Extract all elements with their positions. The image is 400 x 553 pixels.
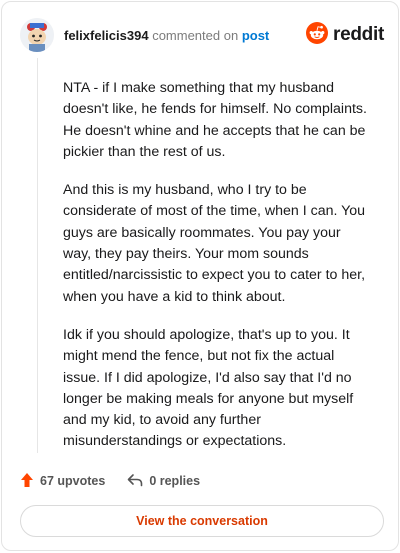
view-conversation-button[interactable]: View the conversation — [20, 505, 384, 537]
thread-line — [37, 58, 38, 453]
comment-header: felixfelicis394 commented on post reddit — [20, 14, 384, 56]
username-link[interactable]: felixfelicis394 — [64, 28, 149, 43]
comment-paragraph: Idk if you should apologize, that's up t… — [63, 326, 354, 450]
user-avatar[interactable] — [20, 18, 54, 52]
comment-body: NTA - if I make something that my husban… — [63, 78, 371, 470]
comment-paragraph: NTA - if I make something that my husban… — [63, 80, 367, 160]
replies-stat[interactable]: 0 replies — [127, 473, 200, 490]
reddit-wordmark: reddit — [333, 24, 384, 45]
upvotes-stat[interactable]: 67 upvotes — [20, 472, 105, 491]
reddit-logo-icon — [306, 21, 329, 49]
comment-paragraph: And this is my husband, who I try to be … — [63, 182, 366, 305]
post-link[interactable]: post — [242, 28, 269, 43]
comment-meta: felixfelicis394 commented on post — [64, 28, 269, 43]
replies-count: 0 replies — [149, 474, 201, 488]
upvote-arrow-icon[interactable] — [20, 472, 40, 491]
reddit-brand[interactable]: reddit — [306, 21, 384, 49]
action-text: commented on — [152, 27, 239, 43]
comment-card: felixfelicis394 commented on post reddit — [1, 1, 399, 551]
reply-arrow-icon — [127, 473, 149, 490]
upvotes-count: 67 upvotes — [40, 474, 106, 488]
comment-footer: 67 upvotes 0 replies — [20, 470, 200, 492]
